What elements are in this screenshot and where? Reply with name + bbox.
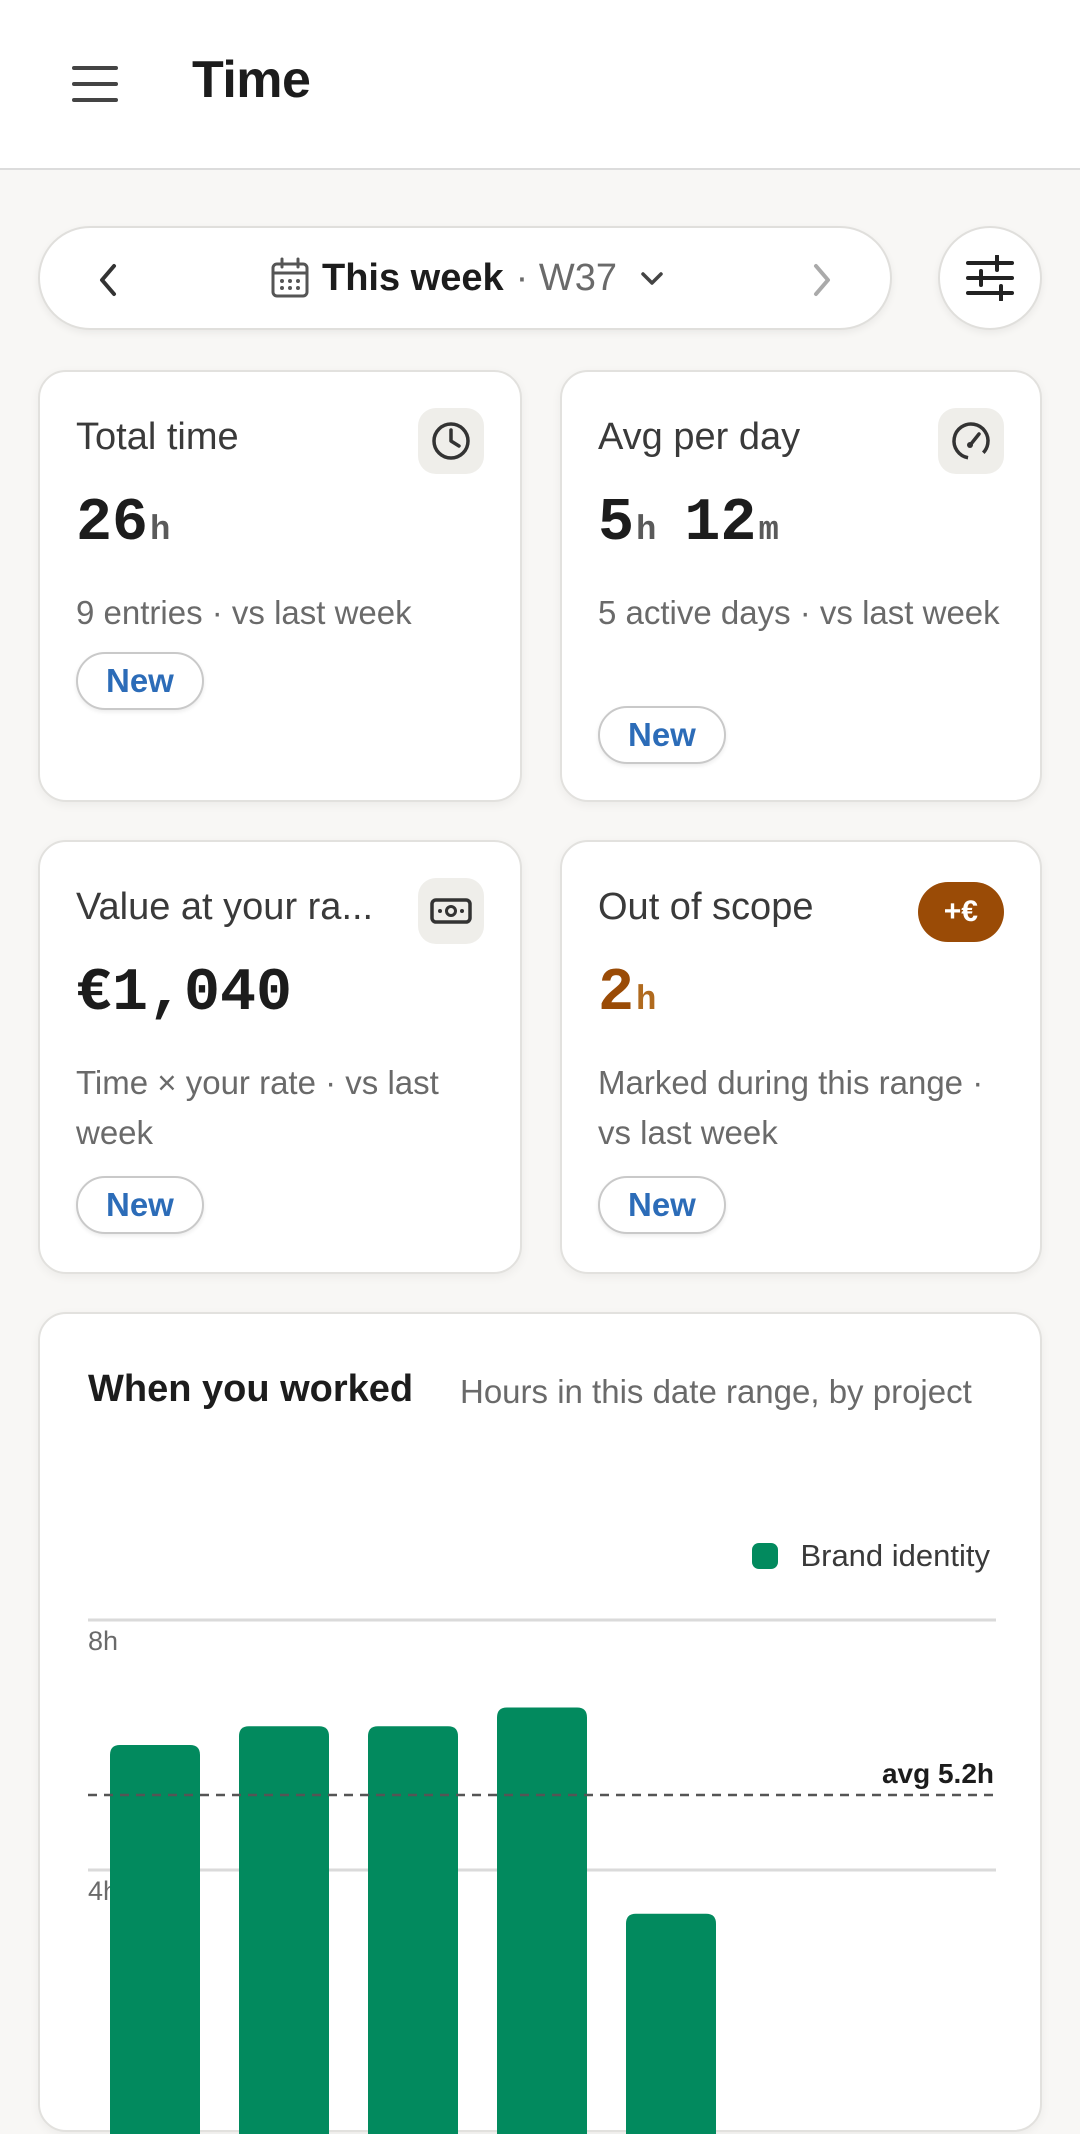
previous-range-button[interactable]	[80, 252, 136, 308]
chevron-right-icon	[810, 262, 834, 298]
menu-button[interactable]	[62, 52, 130, 116]
average-label: avg 5.2h	[882, 1758, 994, 1789]
menu-icon	[72, 62, 120, 106]
out-of-scope-value: 2h	[598, 960, 656, 1028]
card-subtitle: Time × your rate · vs last week	[76, 1058, 490, 1158]
next-range-button[interactable]	[794, 252, 850, 308]
clock-icon	[418, 408, 484, 474]
avg-per-day-card[interactable]: Avg per day 5h12m 5 active days · vs las…	[560, 370, 1042, 802]
gauge-icon	[938, 408, 1004, 474]
filter-button[interactable]	[938, 226, 1042, 330]
bar	[497, 1708, 587, 2134]
value-at-rate-card[interactable]: Value at your ra... €1,040 Time × your r…	[38, 840, 522, 1274]
card-subtitle: 5 active days · vs last week	[598, 588, 1010, 638]
card-title: Out of scope	[598, 886, 813, 929]
bar	[239, 1726, 329, 2134]
when-you-worked-card: When you worked Hours in this date range…	[38, 1312, 1042, 2132]
cash-icon	[418, 878, 484, 944]
out-of-scope-card[interactable]: Out of scope +€ 2h Marked during this ra…	[560, 840, 1042, 1274]
new-badge: New	[76, 652, 204, 710]
bar-chart: 8h4havg 5.2h	[40, 1314, 1044, 2134]
value-at-rate-value: €1,040	[76, 960, 292, 1028]
card-title: Total time	[76, 416, 239, 459]
app-bar: Time	[0, 0, 1080, 170]
new-badge: New	[598, 706, 726, 764]
y-tick-label: 8h	[88, 1626, 118, 1656]
range-label: This week	[322, 257, 504, 300]
bar	[368, 1726, 458, 2134]
chevron-left-icon	[96, 262, 120, 298]
date-range-selector: This week · W37	[38, 226, 892, 330]
sliders-icon	[965, 255, 1015, 301]
card-subtitle: 9 entries · vs last week	[76, 588, 490, 638]
new-badge: New	[598, 1176, 726, 1234]
extra-charge-badge: +€	[918, 882, 1004, 942]
card-title: Avg per day	[598, 416, 800, 459]
total-time-card[interactable]: Total time 26h 9 entries · vs last week …	[38, 370, 522, 802]
card-title: Value at your ra...	[76, 886, 410, 929]
bar	[626, 1914, 716, 2134]
range-dropdown[interactable]: This week · W37	[270, 228, 667, 328]
avg-per-day-value: 5h12m	[598, 490, 779, 558]
chevron-down-icon	[637, 266, 667, 290]
card-subtitle: Marked during this range · vs last week	[598, 1058, 1010, 1158]
page-title: Time	[192, 50, 310, 110]
total-time-value: 26h	[76, 490, 170, 558]
range-week: · W37	[516, 257, 617, 300]
calendar-icon	[270, 257, 310, 299]
new-badge: New	[76, 1176, 204, 1234]
